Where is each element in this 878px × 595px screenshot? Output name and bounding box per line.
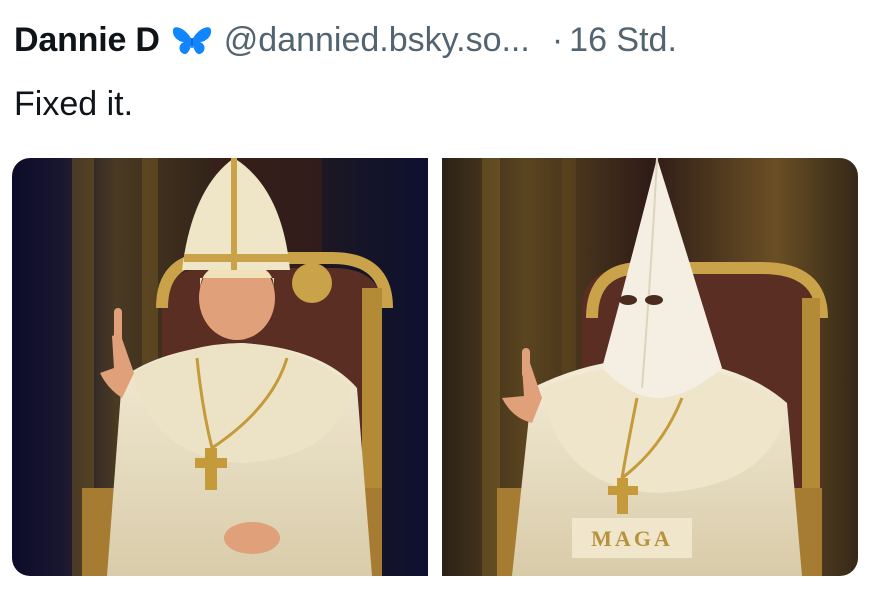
hooded-robed-figure-image[interactable]: MAGA [442, 158, 858, 576]
post-timestamp[interactable]: 16 Std. [569, 20, 677, 60]
butterfly-icon [170, 22, 214, 58]
separator-dot: · [551, 21, 564, 59]
author-name[interactable]: Dannie D [14, 20, 160, 60]
author-handle[interactable]: @dannied.bsky.so... [224, 20, 530, 60]
maga-text: MAGA [591, 526, 673, 551]
post-media[interactable]: MAGA [12, 158, 858, 576]
post-header: Dannie D @dannied.bsky.so... · 16 Std. [14, 20, 866, 60]
pope-seated-figure-image[interactable] [12, 158, 428, 576]
post-text: Fixed it. [14, 85, 134, 123]
